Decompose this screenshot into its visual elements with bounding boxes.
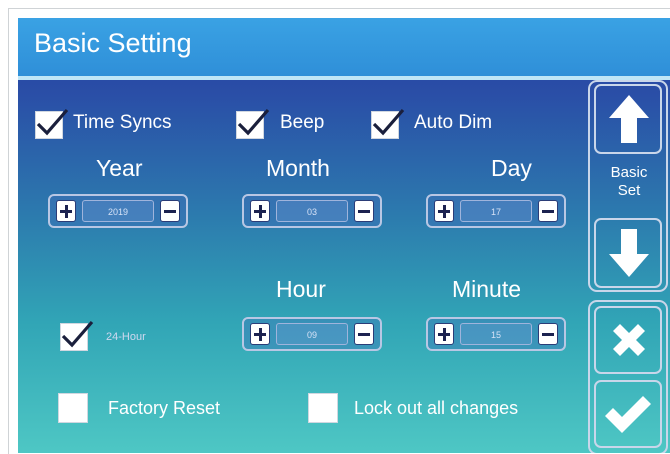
checkmark-icon — [36, 108, 69, 136]
auto-dim-label: Auto Dim — [414, 112, 493, 133]
checkmark-icon — [605, 396, 651, 433]
page-down-button[interactable] — [594, 218, 662, 288]
hour-stepper: 09 — [242, 317, 382, 351]
side-navigation: Basic Set — [588, 80, 668, 292]
day-stepper: 17 — [426, 194, 566, 228]
factory-reset-checkbox[interactable] — [58, 393, 88, 423]
month-decrement-button[interactable] — [354, 200, 374, 222]
day-label: Day — [491, 155, 532, 181]
confirm-button[interactable] — [594, 380, 662, 448]
month-stepper: 03 — [242, 194, 382, 228]
page-label-line2: Set — [617, 182, 641, 199]
close-icon — [613, 324, 645, 356]
year-stepper: 2019 — [48, 194, 188, 228]
month-value[interactable]: 03 — [276, 200, 348, 222]
minute-stepper: 15 — [426, 317, 566, 351]
up-arrow-icon — [609, 95, 649, 143]
hour-value[interactable]: 09 — [276, 323, 348, 345]
settings-screen: Basic Setting Time Syncs Beep Auto Dim Y… — [18, 18, 670, 453]
beep-checkbox[interactable] — [236, 108, 270, 139]
minute-decrement-button[interactable] — [538, 323, 558, 345]
auto-dim-checkbox[interactable] — [371, 108, 405, 139]
month-increment-button[interactable] — [250, 200, 270, 222]
title-bar: Basic Setting — [18, 18, 670, 76]
24-hour-checkbox[interactable] — [60, 320, 94, 351]
page-title: Basic Setting — [34, 28, 192, 58]
cancel-button[interactable] — [594, 306, 662, 374]
month-label: Month — [266, 155, 330, 181]
title-divider — [18, 76, 670, 80]
beep-label: Beep — [280, 112, 325, 133]
page-label: Basic Set — [598, 164, 660, 200]
lock-out-label: Lock out all changes — [354, 398, 519, 418]
year-value[interactable]: 2019 — [82, 200, 154, 222]
day-decrement-button[interactable] — [538, 200, 558, 222]
side-actions — [588, 300, 668, 453]
time-syncs-checkbox[interactable] — [35, 108, 69, 139]
time-syncs-label: Time Syncs — [73, 112, 172, 133]
factory-reset-label: Factory Reset — [108, 398, 221, 418]
minute-value[interactable]: 15 — [460, 323, 532, 345]
lock-out-checkbox[interactable] — [308, 393, 338, 423]
down-arrow-icon — [609, 229, 649, 277]
page-label-line1: Basic — [610, 164, 648, 181]
checkmark-icon — [237, 108, 270, 136]
hour-increment-button[interactable] — [250, 323, 270, 345]
hour-decrement-button[interactable] — [354, 323, 374, 345]
minute-label: Minute — [452, 276, 522, 302]
day-increment-button[interactable] — [434, 200, 454, 222]
year-decrement-button[interactable] — [160, 200, 180, 222]
hour-label: Hour — [276, 276, 326, 302]
checkmark-icon — [372, 108, 405, 136]
24-hour-label: 24-Hour — [106, 331, 146, 343]
year-label: Year — [96, 155, 143, 181]
year-increment-button[interactable] — [56, 200, 76, 222]
minute-increment-button[interactable] — [434, 323, 454, 345]
day-value[interactable]: 17 — [460, 200, 532, 222]
page-up-button[interactable] — [594, 84, 662, 154]
checkmark-icon — [61, 320, 94, 348]
